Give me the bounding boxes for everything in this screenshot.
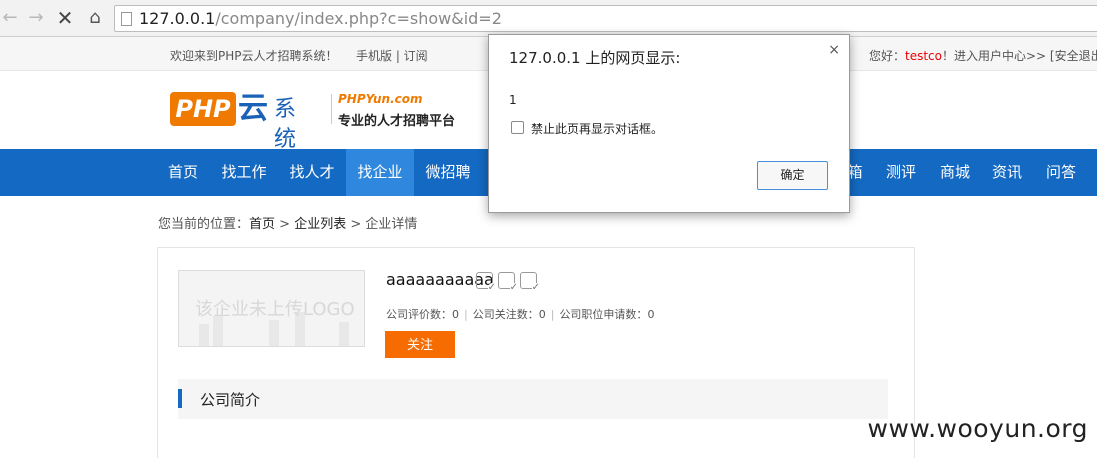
nav-item-assessment[interactable]: 测评 — [878, 149, 924, 196]
alert-dialog: 127.0.0.1 上的网页显示: × 1 禁止此页再显示对话框。 确定 — [488, 34, 850, 213]
nav-item-qa[interactable]: 问答 — [1038, 149, 1084, 196]
follow-count-label: 公司关注数： — [472, 308, 539, 321]
section-marker — [178, 389, 182, 408]
follow-count-value: 0 — [538, 308, 546, 321]
address-bar[interactable]: 127.0.0.1/company/index.php?c=show&id=2 — [114, 5, 1097, 32]
email-verified-icon — [476, 272, 497, 293]
username-link[interactable]: testco — [905, 49, 942, 63]
phone-verified-icon — [498, 272, 519, 293]
dialog-message: 1 — [509, 93, 517, 107]
breadcrumb-company-list[interactable]: 企业列表 — [294, 217, 346, 232]
nav-item-news[interactable]: 资讯 — [984, 149, 1030, 196]
browser-toolbar: ← → ✕ ⌂ 127.0.0.1/company/index.php?c=sh… — [0, 0, 1097, 37]
mobile-subscribe-link[interactable]: 手机版 | 订阅 — [356, 47, 428, 64]
page-icon — [121, 12, 132, 26]
breadcrumb-current: 企业详情 — [365, 217, 418, 232]
suppress-dialogs-label[interactable]: 禁止此页再显示对话框。 — [531, 120, 663, 137]
license-verified-icon — [520, 272, 541, 293]
watermark: www.wooyun.org — [867, 414, 1088, 443]
url-host: 127.0.0.1 — [139, 9, 216, 28]
breadcrumb-prefix: 您当前的位置： — [158, 217, 250, 232]
home-icon[interactable]: ⌂ — [85, 8, 105, 28]
logo-placeholder-text: 该企业未上传LOGO — [195, 299, 355, 320]
suppress-dialogs-checkbox[interactable] — [511, 121, 524, 134]
breadcrumb-separator: > — [279, 217, 291, 232]
review-count-label: 公司评价数： — [386, 308, 452, 321]
greeting-prefix: 您好： — [869, 49, 906, 63]
application-count-label: 公司职位申请数： — [559, 308, 648, 321]
forward-arrow-icon[interactable]: → — [26, 8, 46, 28]
logo-yun: 云 — [238, 91, 268, 126]
follow-button[interactable]: 关注 — [385, 331, 455, 358]
close-icon[interactable]: × — [828, 42, 840, 58]
company-intro-header: 公司简介 — [178, 379, 888, 419]
url-path: /company/index.php?c=show&id=2 — [215, 9, 502, 28]
back-arrow-icon[interactable]: ← — [0, 8, 20, 28]
nav-item-mall[interactable]: 商城 — [932, 149, 978, 196]
company-panel: 该企业未上传LOGO aaaaaaaaaaa 公司评价数：0|公司关注数：0|公… — [157, 247, 915, 458]
logo-php-badge: PHP — [170, 92, 236, 126]
nav-item-micro-recruit[interactable]: 微招聘 — [416, 149, 480, 196]
company-intro-title: 公司简介 — [200, 391, 261, 409]
welcome-text: 欢迎来到PHP云人才招聘系统！ — [170, 49, 338, 63]
user-center-links[interactable]: ！进入用户中心>> [安全退出] — [942, 49, 1097, 63]
logo-domain: PHPYun.com — [338, 92, 423, 106]
ok-button[interactable]: 确定 — [757, 161, 828, 190]
stop-icon[interactable]: ✕ — [55, 8, 75, 28]
review-count-value: 0 — [452, 308, 459, 321]
nav-item-find-job[interactable]: 找工作 — [212, 149, 276, 196]
dialog-title: 127.0.0.1 上的网页显示: — [509, 49, 681, 67]
logo-slogan: 专业的人才招聘平台 — [338, 114, 456, 129]
user-info: 您好：testco！进入用户中心>> [安全退出] — [869, 47, 1097, 64]
breadcrumb-separator: > — [350, 217, 362, 232]
certification-icons — [476, 272, 542, 293]
nav-item-find-talent[interactable]: 找人才 — [280, 149, 344, 196]
application-count-value: 0 — [647, 308, 655, 321]
logo-xitong: 系统 — [274, 97, 297, 152]
logo-divider — [331, 94, 332, 124]
nav-item-find-company[interactable]: 找企业 — [346, 149, 414, 196]
breadcrumb: 您当前的位置：首页 > 企业列表 > 企业详情 — [158, 213, 417, 232]
company-stats: 公司评价数：0 | 公司关注数：0 | 公司职位申请数：0 — [386, 308, 655, 321]
company-logo-placeholder: 该企业未上传LOGO — [178, 270, 365, 347]
breadcrumb-home[interactable]: 首页 — [249, 217, 275, 232]
nav-item-home[interactable]: 首页 — [158, 149, 208, 196]
